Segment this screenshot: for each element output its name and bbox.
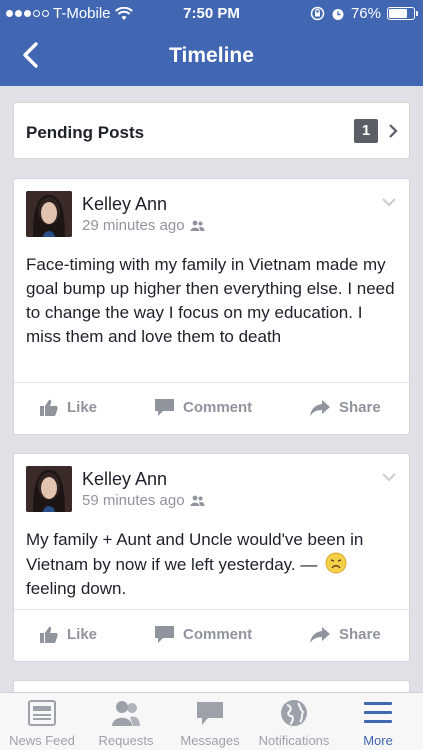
post-author[interactable]: Kelley Ann xyxy=(82,469,167,490)
comment-label: Comment xyxy=(183,626,253,643)
tab-label: More xyxy=(363,733,393,748)
avatar[interactable] xyxy=(26,466,72,512)
tab-label: News Feed xyxy=(9,733,75,748)
like-label: Like xyxy=(67,399,98,416)
friends-audience-icon xyxy=(190,220,205,231)
post-time[interactable]: 59 minutes ago xyxy=(82,492,185,509)
menu-icon xyxy=(364,702,392,723)
share-arrow-icon xyxy=(310,399,330,416)
comment-button[interactable]: Comment xyxy=(155,399,252,416)
pending-posts-label: Pending Posts xyxy=(26,123,145,142)
thumbs-up-icon xyxy=(40,626,58,643)
post-card xyxy=(13,680,410,692)
tab-notifications[interactable]: Notifications xyxy=(252,693,336,750)
post-card: Kelley Ann 59 minutes ago My family + Au… xyxy=(13,453,410,662)
post-text: Face-timing with my family in Vietnam ma… xyxy=(26,255,395,346)
tab-label: Messages xyxy=(180,733,240,748)
tab-label: Notifications xyxy=(258,733,330,748)
pending-posts-row[interactable]: Pending Posts 1 xyxy=(13,102,410,159)
comment-icon xyxy=(155,626,174,643)
post-author[interactable]: Kelley Ann xyxy=(82,194,167,215)
chevron-right-icon xyxy=(389,124,398,138)
post-options-chevron-icon[interactable] xyxy=(381,197,397,207)
comment-icon xyxy=(155,399,174,416)
battery-percent: 76% xyxy=(350,5,381,22)
post-actions: Like Comment Share xyxy=(14,382,409,434)
timeline-feed[interactable]: Pending Posts 1 Kelley Ann 29 minutes ag… xyxy=(0,86,423,692)
globe-icon xyxy=(281,700,307,726)
like-label: Like xyxy=(67,626,98,643)
post-options-chevron-icon[interactable] xyxy=(381,472,397,482)
share-button[interactable]: Share xyxy=(310,399,381,416)
messages-icon xyxy=(197,702,223,725)
tab-news-feed[interactable]: News Feed xyxy=(0,693,84,750)
news-feed-icon xyxy=(28,700,56,726)
tab-bar: News Feed Requests Messages Notification… xyxy=(0,692,423,750)
orientation-lock-icon xyxy=(310,6,325,21)
share-label: Share xyxy=(339,626,381,643)
tab-label: Requests xyxy=(98,733,154,748)
like-button[interactable]: Like xyxy=(40,399,97,416)
battery-icon xyxy=(387,7,418,20)
page-title: Timeline xyxy=(169,44,254,67)
friends-audience-icon xyxy=(190,495,205,506)
app-header: T-Mobile 7:50 PM 76% Timeline xyxy=(0,0,423,86)
post-meta: 29 minutes ago xyxy=(82,217,205,234)
tab-more[interactable]: More xyxy=(336,693,420,750)
share-label: Share xyxy=(339,399,381,416)
share-arrow-icon xyxy=(310,626,330,643)
avatar[interactable] xyxy=(26,191,72,237)
post-feeling: feeling down. xyxy=(26,579,127,598)
friend-requests-icon xyxy=(112,701,140,726)
share-button[interactable]: Share xyxy=(310,626,381,643)
post-meta: 59 minutes ago xyxy=(82,492,205,509)
tab-messages[interactable]: Messages xyxy=(168,693,252,750)
post-actions: Like Comment Share xyxy=(14,609,409,661)
thumbs-up-icon xyxy=(40,399,58,416)
sad-face-emoji-icon xyxy=(325,552,347,574)
post-card: Kelley Ann 29 minutes ago Face-timing wi… xyxy=(13,178,410,435)
nav-bar: Timeline xyxy=(0,28,423,84)
status-bar: T-Mobile 7:50 PM 76% xyxy=(0,0,423,28)
comment-label: Comment xyxy=(183,399,253,416)
like-button[interactable]: Like xyxy=(40,626,97,643)
post-time[interactable]: 29 minutes ago xyxy=(82,217,185,234)
post-text: My family + Aunt and Uncle would've been… xyxy=(26,528,398,601)
post-body: My family + Aunt and Uncle would've been… xyxy=(26,530,364,574)
tab-requests[interactable]: Requests xyxy=(84,693,168,750)
pending-count-badge: 1 xyxy=(354,119,378,143)
alarm-icon xyxy=(332,8,344,20)
comment-button[interactable]: Comment xyxy=(155,626,252,643)
